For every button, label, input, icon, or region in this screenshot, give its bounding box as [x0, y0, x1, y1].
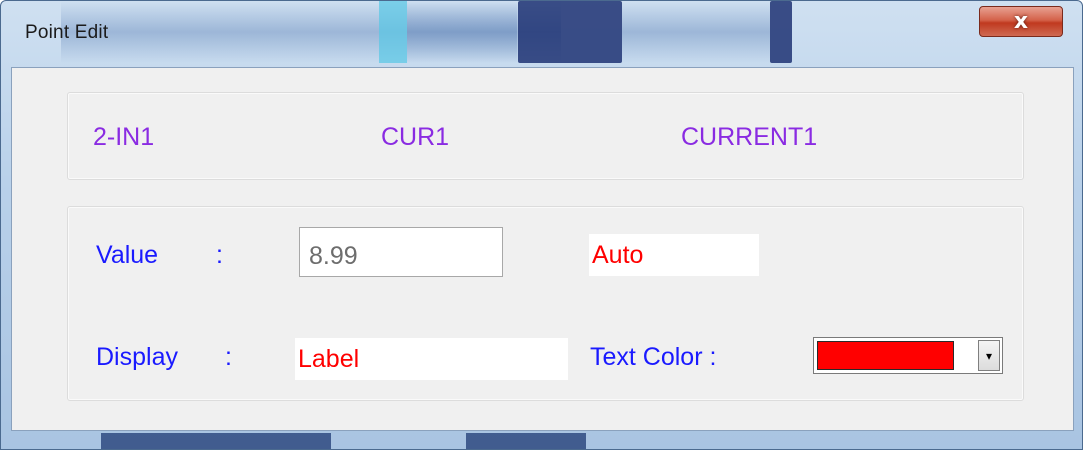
point-settings-group: Value : Auto Display : Label Text Color … — [67, 206, 1024, 401]
text-color-label: Text Color : — [590, 343, 717, 371]
display-label: Display — [96, 343, 178, 371]
chevron-down-icon: ▾ — [985, 348, 993, 363]
value-input[interactable] — [299, 227, 503, 277]
text-color-dropdown[interactable]: ▾ — [813, 337, 1003, 374]
point-id: 2-IN1 — [93, 123, 155, 151]
value-colon: : — [216, 241, 223, 269]
dropdown-arrow-button[interactable]: ▾ — [978, 340, 1000, 371]
value-label: Value — [96, 241, 159, 269]
background-blur — [466, 433, 586, 449]
display-colon: : — [225, 343, 232, 371]
background-blur — [407, 1, 517, 63]
background-blur — [379, 1, 407, 63]
background-blur — [622, 1, 770, 63]
background-blur — [770, 1, 792, 63]
background-blur — [518, 1, 622, 63]
close-button[interactable]: x — [979, 6, 1063, 37]
point-edit-dialog: Point Edit x 2-IN1 CUR1 CURRENT1 Value :… — [0, 0, 1083, 450]
window-title: Point Edit — [25, 22, 109, 43]
text-color-swatch — [817, 341, 954, 370]
background-blur — [101, 433, 331, 449]
dialog-body: 2-IN1 CUR1 CURRENT1 Value : Auto Display… — [11, 67, 1074, 431]
close-icon: x — [1013, 9, 1029, 34]
point-full-name: CURRENT1 — [681, 123, 818, 151]
auto-mode-field[interactable]: Auto — [589, 234, 759, 276]
point-short-name: CUR1 — [381, 123, 450, 151]
display-field[interactable]: Label — [295, 338, 568, 380]
point-info-group: 2-IN1 CUR1 CURRENT1 — [67, 92, 1024, 180]
